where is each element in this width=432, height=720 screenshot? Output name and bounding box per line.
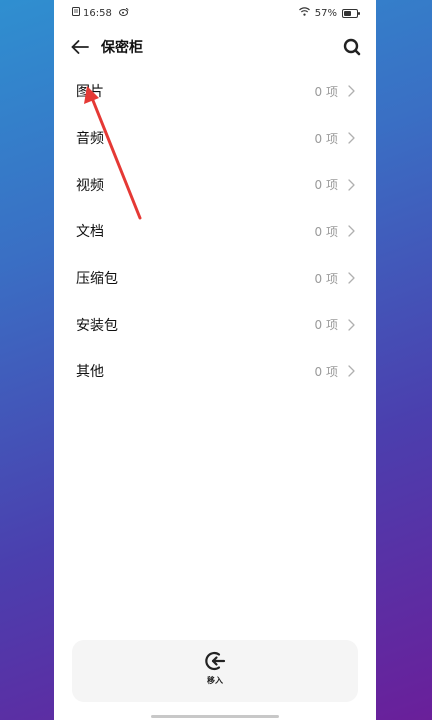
category-label: 视频 [76,177,104,194]
category-label: 音频 [76,131,104,148]
app-header: 保密柜 [54,26,376,68]
category-count: 0 项 [314,224,338,239]
arrow-left-icon [71,40,89,54]
chevron-right-icon [346,178,356,192]
battery-level-fill [344,10,351,16]
category-item-other[interactable]: 其他 0 项 [54,348,376,395]
category-item-archives[interactable]: 压缩包 0 项 [54,255,376,302]
status-left: 16:58 [72,7,129,19]
page-title: 保密柜 [101,40,143,56]
category-count: 0 项 [314,271,338,286]
category-label: 安装包 [76,317,118,334]
weibo-icon [118,7,129,19]
chevron-right-icon [346,84,356,98]
battery-icon [342,8,360,18]
category-count: 0 项 [314,364,338,379]
category-label: 文档 [76,224,104,241]
category-label: 压缩包 [76,271,118,288]
chevron-right-icon [346,271,356,285]
document-icon [72,7,80,19]
bottom-action-bar: 移入 [72,640,358,702]
chevron-right-icon [346,318,356,332]
category-count: 0 项 [314,318,338,333]
home-indicator[interactable] [151,715,279,718]
phone-screen: 16:58 57% 保密柜 图片 0 项 音频 0 项 视频 0 项 文档 0 … [54,0,376,720]
back-button[interactable] [68,35,92,59]
status-time: 16:58 [83,7,112,19]
category-label: 图片 [76,84,104,101]
move-in-label: 移入 [207,676,223,685]
chevron-right-icon [346,224,356,238]
battery-percent: 57% [314,7,337,19]
category-label: 其他 [76,364,104,381]
search-button[interactable] [340,35,364,59]
search-icon [343,38,361,56]
status-right: 57% [298,7,360,19]
move-in-button[interactable]: 移入 [195,650,235,692]
category-count: 0 项 [314,84,338,99]
category-item-pictures[interactable]: 图片 0 项 [54,68,376,115]
wifi-icon [298,7,310,19]
status-bar: 16:58 57% [54,0,376,26]
category-item-video[interactable]: 视频 0 项 [54,161,376,208]
chevron-right-icon [346,364,356,378]
category-count: 0 项 [314,178,338,193]
category-item-documents[interactable]: 文档 0 项 [54,208,376,255]
chevron-right-icon [346,131,356,145]
category-list: 图片 0 项 音频 0 项 视频 0 项 文档 0 项 压缩包 0 项 安装包 … [54,68,376,395]
category-count: 0 项 [314,131,338,146]
move-in-icon [205,651,226,671]
category-item-audio[interactable]: 音频 0 项 [54,115,376,162]
category-item-installers[interactable]: 安装包 0 项 [54,301,376,348]
